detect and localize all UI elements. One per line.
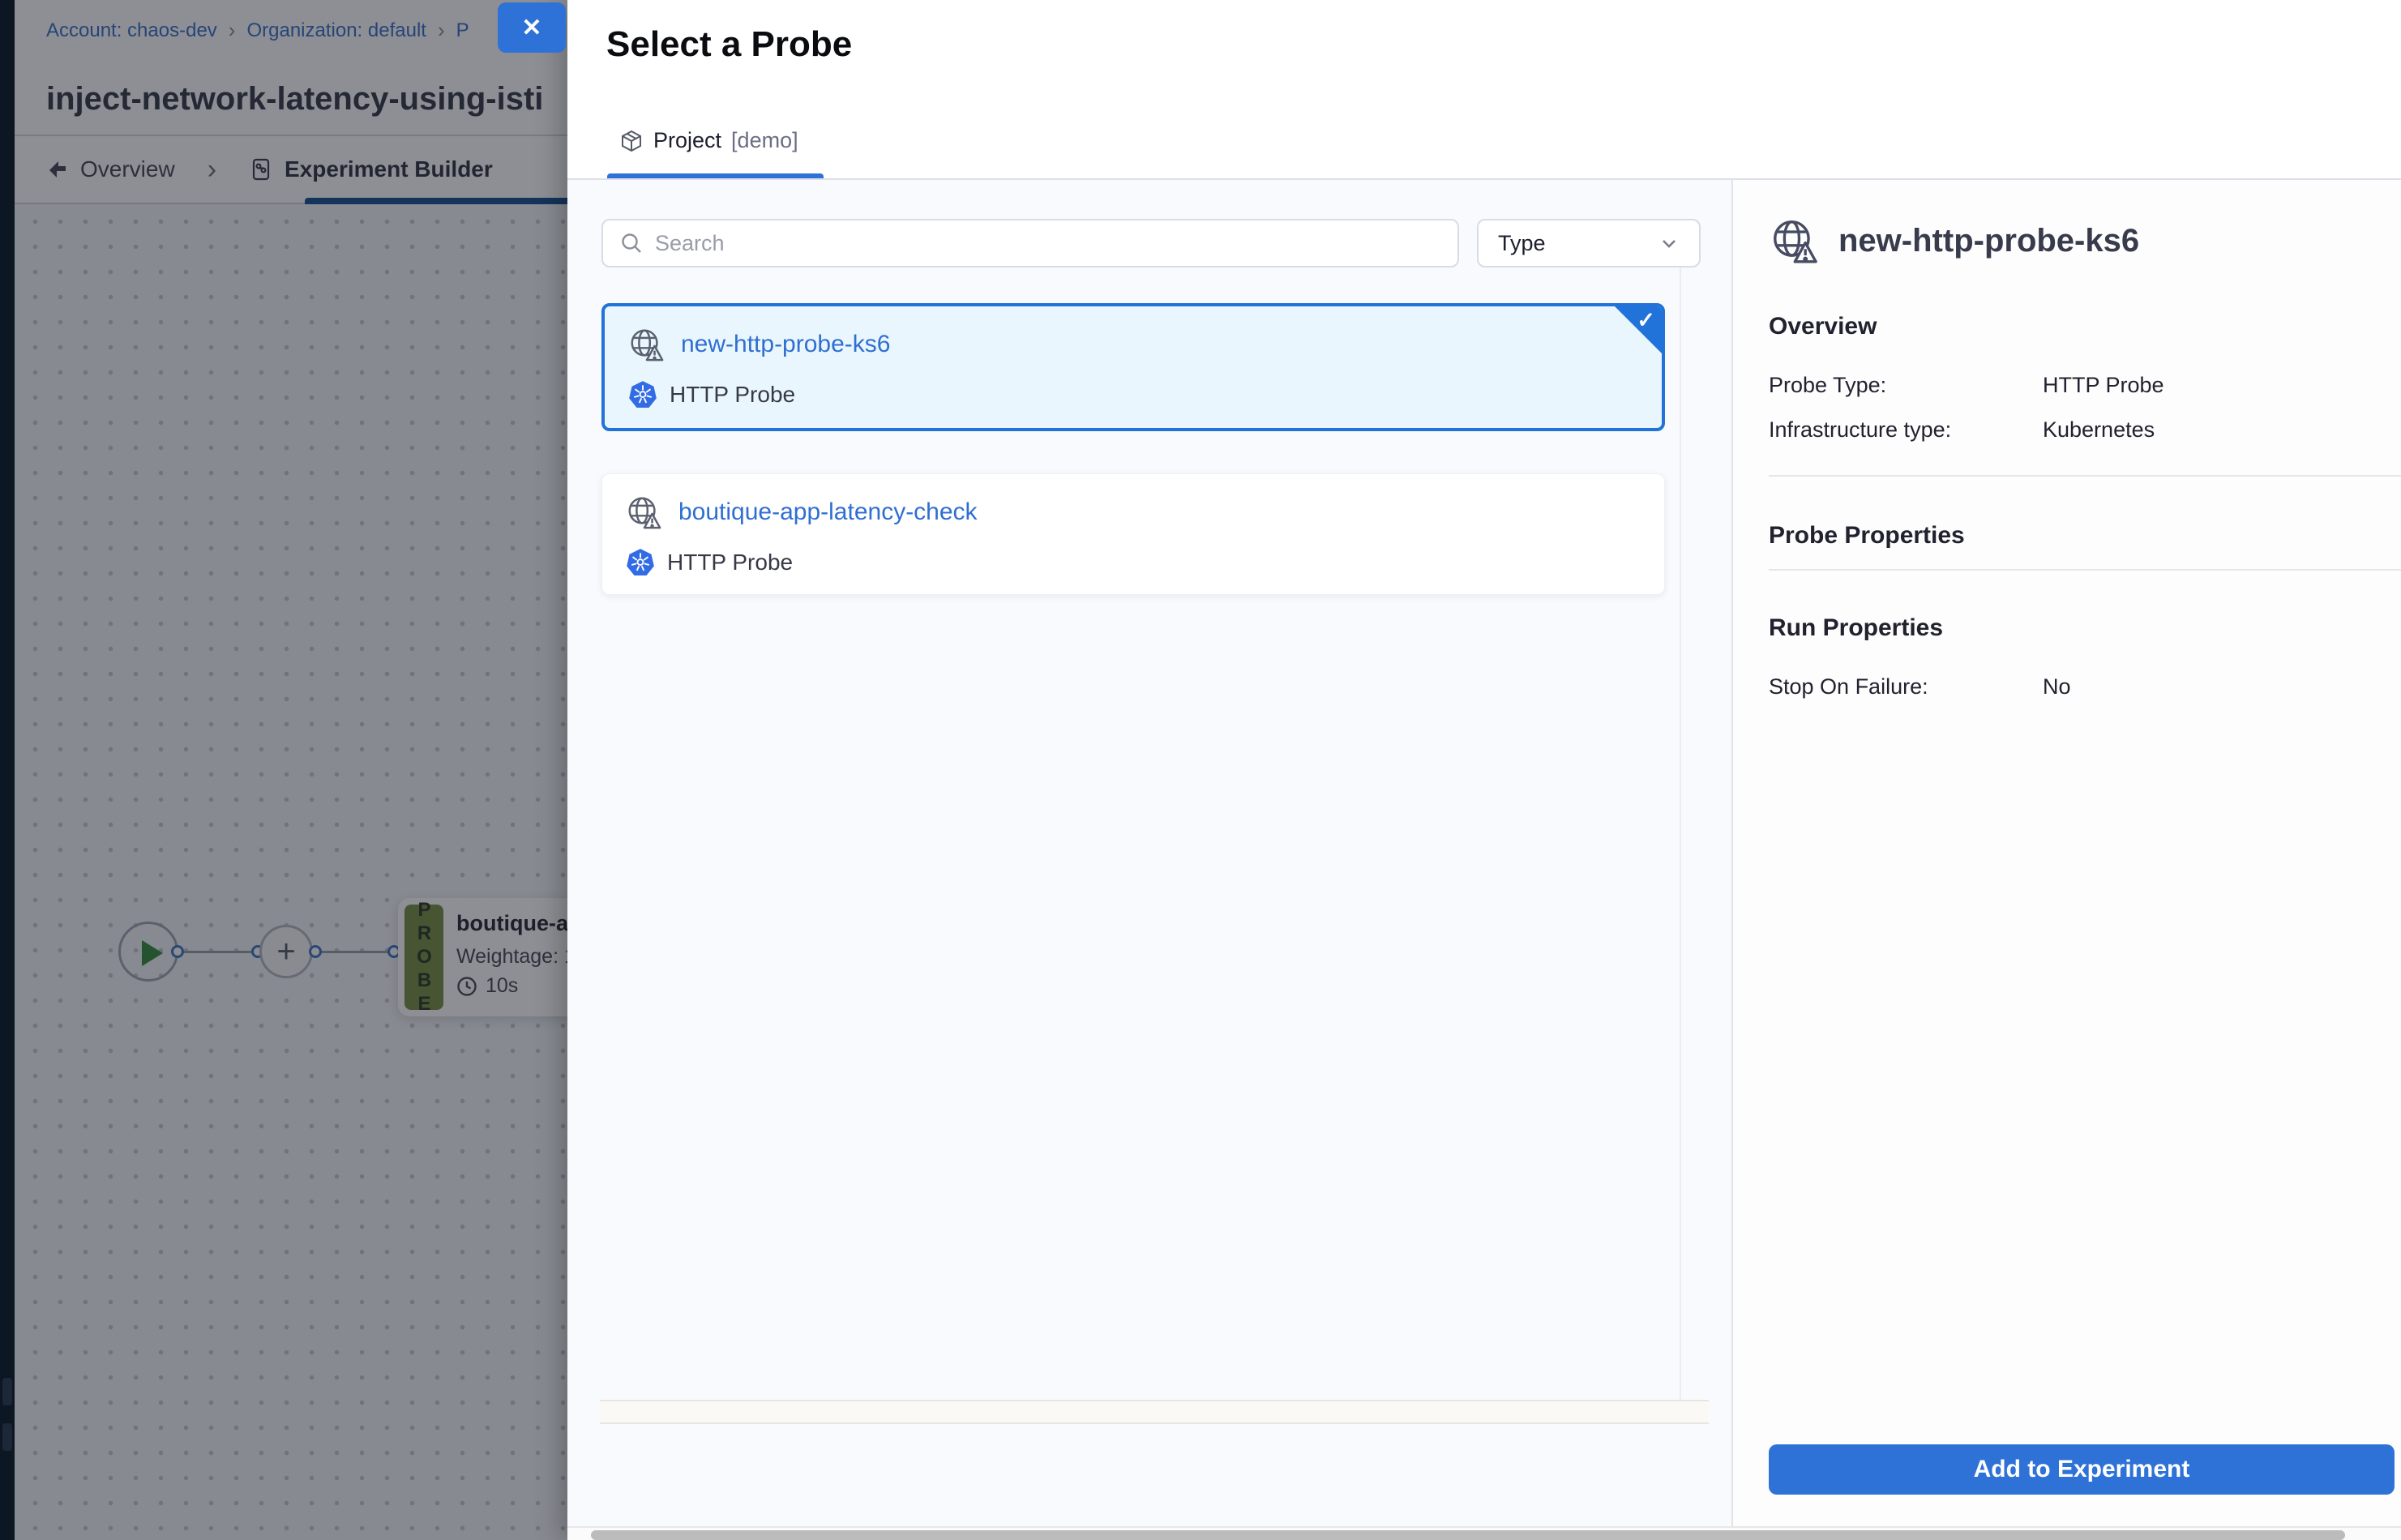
probe-filter-row: Type [601,219,1701,267]
select-probe-modal: ✕ Select a Probe Project [demo] [567,0,2401,1540]
close-button[interactable]: ✕ [498,2,566,53]
add-to-experiment-button[interactable]: Add to Experiment [1769,1444,2395,1495]
type-filter-label: Type [1498,231,1546,256]
horizontal-scrollbar [567,1526,2401,1540]
kubernetes-icon [627,379,658,410]
probe-type-label: HTTP Probe [670,382,795,408]
tab-project-scope-label: [demo] [731,128,798,153]
kubernetes-icon [625,547,656,578]
cube-icon [619,129,644,153]
stop-on-failure-label: Stop On Failure: [1769,674,2043,699]
probe-name-link[interactable]: new-http-probe-ks6 [681,331,890,358]
divider [1769,475,2401,477]
probe-type-label: Probe Type: [1769,373,2043,398]
probe-details-title: new-http-probe-ks6 [1838,223,2139,259]
infrastructure-type-label: Infrastructure type: [1769,417,2043,443]
search-input[interactable] [655,231,1441,256]
probe-type-row: Probe Type: HTTP Probe [1769,373,2369,398]
screen: Account: chaos-dev › Organization: defau… [0,0,2401,1540]
modal-title: Select a Probe [606,24,852,65]
probe-type-value: HTTP Probe [2043,373,2164,398]
divider [1769,569,2401,571]
probe-type-label: HTTP Probe [667,550,793,575]
probe-card-boutique-app-latency-check[interactable]: boutique-app-latency-check HTT [601,473,1665,595]
probe-name-link[interactable]: boutique-app-latency-check [678,498,978,526]
infrastructure-type-row: Infrastructure type: Kubernetes [1769,417,2369,443]
stop-on-failure-row: Stop On Failure: No [1769,674,2369,699]
globe-warning-icon [1769,216,1819,266]
list-footer-strip [600,1400,1709,1424]
run-properties-heading: Run Properties [1769,614,2369,642]
globe-warning-icon [625,494,662,531]
list-scroll-edge [1680,267,1681,1400]
search-box [601,219,1459,267]
stop-on-failure-value: No [2043,674,2071,699]
type-filter-dropdown[interactable]: Type [1477,219,1701,267]
check-icon: ✓ [1637,308,1655,333]
horizontal-scrollbar-thumb[interactable] [591,1530,2345,1540]
search-icon [619,231,644,255]
overview-heading: Overview [1769,313,2369,340]
probe-details-panel: new-http-probe-ks6 Overview Probe Type: … [1733,180,2401,1526]
infrastructure-type-value: Kubernetes [2043,417,2155,443]
probe-properties-heading: Probe Properties [1769,522,2369,550]
probe-card-new-http-probe-ks6[interactable]: new-http-probe-ks6 HTTP Probe [601,303,1665,431]
tab-project-scope[interactable]: Project [demo] [619,128,798,153]
globe-warning-icon [627,326,665,363]
tab-project-label: Project [653,128,721,153]
close-icon: ✕ [521,14,541,42]
chevron-down-icon [1658,233,1680,254]
